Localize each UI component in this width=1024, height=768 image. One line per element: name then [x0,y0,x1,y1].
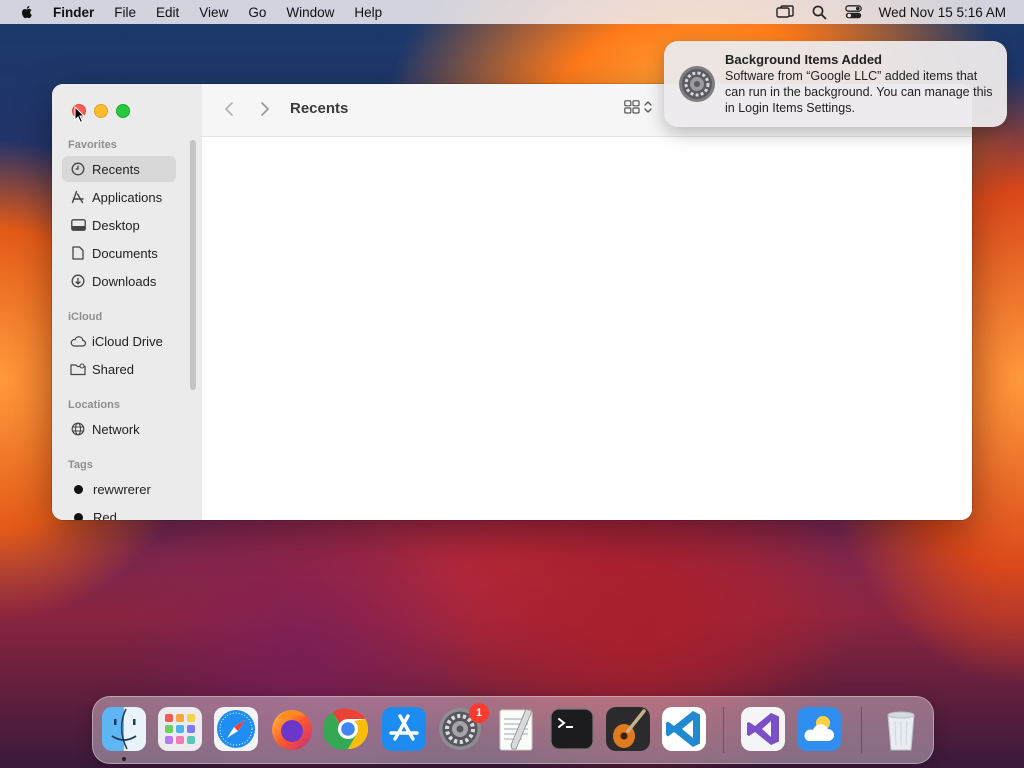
sidebar-header-tags: Tags [68,459,93,471]
grid-view-icon [624,100,640,119]
sidebar-item-downloads[interactable]: Downloads [62,268,176,294]
dock-separator [723,707,724,753]
dock-separator [861,707,862,753]
dock-app-store-icon[interactable] [380,705,428,753]
running-indicator [122,757,126,761]
finder-sidebar: Favorites Recents Applications Desktop D… [52,84,203,520]
clock-icon [70,161,86,177]
sidebar-item-label: Desktop [92,217,140,233]
sidebar-scrollbar[interactable] [190,140,196,390]
sidebar-item-recents[interactable]: Recents [62,156,176,182]
shared-folder-icon [70,361,86,377]
menu-app-name[interactable]: Finder [53,5,94,20]
sidebar-item-shared[interactable]: Shared [62,356,176,382]
zoom-button[interactable] [116,104,130,118]
sidebar-item-label: rewwrerer [93,481,151,497]
dock-textedit-icon[interactable] [492,705,540,753]
dock-weather-icon[interactable] [795,705,843,753]
apple-menu-icon[interactable] [19,4,35,20]
control-center-icon[interactable] [844,5,862,19]
dock-launchpad-icon[interactable] [156,705,204,753]
sidebar-item-desktop[interactable]: Desktop [62,212,176,238]
dock-visual-studio-icon[interactable] [739,705,787,753]
dock-finder-icon[interactable] [100,705,148,753]
back-chevron-icon[interactable] [224,101,234,122]
notification-badge: 1 [469,703,489,723]
menu-file[interactable]: File [114,5,136,20]
sidebar-item-network[interactable]: Network [62,416,176,442]
system-settings-icon [678,65,716,106]
globe-icon [70,421,86,437]
applications-icon [70,189,86,205]
dock-firefox-icon[interactable] [268,705,316,753]
sidebar-item-label: Applications [92,189,163,205]
cloud-icon [70,333,86,349]
dock-safari-icon[interactable] [212,705,260,753]
spotlight-search-icon[interactable] [812,5,827,20]
chevron-updown-icon [644,100,652,119]
document-icon [70,245,86,261]
sidebar-header-locations: Locations [68,399,120,411]
menu-window[interactable]: Window [286,5,334,20]
tag-color-dot [74,512,83,520]
sidebar-item-tag-red[interactable]: Red [62,504,176,520]
sidebar-item-label: Network [92,421,140,437]
dock-trash-icon[interactable] [877,705,925,753]
dock-vscode-icon[interactable] [660,705,708,753]
menu-help[interactable]: Help [354,5,382,20]
notification-body: Software from “Google LLC” added items t… [725,69,993,115]
download-icon [70,273,86,289]
dock-terminal-icon[interactable] [548,705,596,753]
file-list-area[interactable] [202,137,972,520]
menu-edit[interactable]: Edit [156,5,179,20]
sidebar-item-label: iCloud Drive [92,333,163,349]
desktop-icon [70,217,86,233]
notification-banner[interactable]: Background Items Added Software from “Go… [664,41,1007,127]
menu-bar-clock[interactable]: Wed Nov 15 5:16 AM [879,5,1006,20]
sidebar-item-tag-rewwrerer[interactable]: rewwrerer [62,476,176,502]
finder-window: Favorites Recents Applications Desktop D… [52,84,972,520]
notification-title: Background Items Added [725,52,882,67]
menu-bar: Finder File Edit View Go Window Help Wed… [0,0,1024,24]
sidebar-item-icloud-drive[interactable]: iCloud Drive [62,328,176,354]
menu-go[interactable]: Go [248,5,266,20]
sidebar-item-applications[interactable]: Applications [62,184,176,210]
sidebar-header-icloud: iCloud [68,311,103,323]
mouse-cursor-icon [74,106,86,124]
dock: 1 [92,696,934,764]
minimize-button[interactable] [94,104,108,118]
forward-chevron-icon[interactable] [260,101,270,122]
sidebar-item-label: Documents [92,245,158,261]
dock-chrome-icon[interactable] [322,705,372,753]
view-mode-toggle[interactable] [624,100,652,119]
screen-mirroring-icon[interactable] [775,5,794,19]
dock-garageband-icon[interactable] [604,705,652,753]
sidebar-header-favorites: Favorites [68,139,117,151]
sidebar-item-label: Downloads [92,273,157,289]
sidebar-item-label: Recents [92,161,140,177]
sidebar-item-label: Shared [92,361,134,377]
sidebar-item-documents[interactable]: Documents [62,240,176,266]
window-title: Recents [290,100,349,117]
tag-color-dot [74,484,83,494]
menu-view[interactable]: View [199,5,228,20]
sidebar-item-label: Red [93,509,117,521]
